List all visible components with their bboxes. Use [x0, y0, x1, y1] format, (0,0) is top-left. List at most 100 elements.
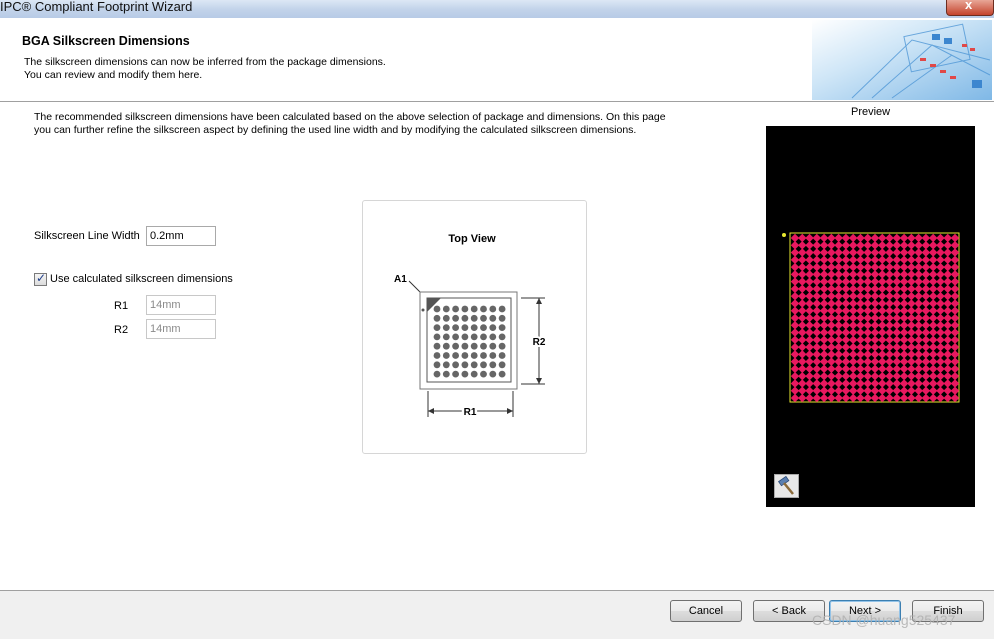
preview-pad [899, 277, 909, 286]
preview-pad [885, 321, 894, 330]
preview-pad [885, 335, 894, 345]
preview-pad [899, 313, 909, 323]
preview-pad [841, 299, 851, 308]
preview-pad [914, 262, 923, 272]
preview-pad [863, 262, 872, 272]
preview-pad [841, 306, 851, 315]
preview-pad [899, 335, 909, 345]
ball [498, 342, 506, 350]
preview-pad [812, 357, 822, 366]
preview-pad [805, 328, 814, 337]
preview-pad [936, 371, 945, 381]
preview-pad [928, 379, 938, 388]
preview-pad [907, 393, 916, 403]
preview-pad [899, 364, 909, 374]
preview-pad [943, 364, 952, 374]
preview-pad [928, 371, 938, 381]
preview-pad [790, 299, 800, 308]
preview-pad [863, 364, 872, 374]
preview-pad [914, 393, 923, 403]
preview-pad [928, 299, 938, 308]
preview-pad [914, 328, 923, 337]
ball [489, 324, 497, 331]
preview-pad [943, 233, 952, 243]
preview-pad [841, 277, 851, 286]
preview-pad [790, 291, 800, 301]
preview-pad [841, 284, 851, 294]
preview-pad [950, 386, 960, 395]
ball [498, 333, 506, 341]
preview-pad [907, 335, 916, 345]
preview-pad [812, 299, 822, 308]
preview-pad [848, 357, 858, 366]
preview-pad [856, 248, 865, 257]
preview-pad [907, 277, 916, 286]
preview-pad [863, 241, 872, 250]
preview-pad [805, 342, 814, 352]
preview-pad [798, 386, 807, 395]
preview-pad [790, 357, 800, 366]
preview-pad [790, 386, 800, 395]
preview-pad [790, 328, 800, 337]
preview-pad [834, 262, 843, 272]
preview-tool-button[interactable] [774, 474, 799, 498]
preview-pad [892, 313, 902, 323]
preview-pad [812, 350, 822, 359]
preview-pad [841, 386, 851, 395]
ball [461, 333, 469, 341]
hammer-icon [778, 475, 794, 495]
preview-pad [921, 277, 931, 286]
diagram-title: Top View [448, 233, 496, 245]
ball [442, 314, 450, 322]
preview-pad [790, 233, 800, 243]
close-button[interactable]: x [946, 0, 994, 16]
preview-pad [827, 371, 836, 381]
preview-pad [892, 386, 902, 395]
preview-pad [885, 299, 894, 308]
preview-pad [856, 350, 865, 359]
preview-pad [827, 270, 836, 279]
preview-pad [856, 284, 865, 294]
ball [433, 324, 441, 331]
preview-pad [907, 241, 916, 250]
preview-pad [812, 342, 822, 352]
preview-pad [921, 342, 931, 352]
ball [489, 305, 497, 313]
preview-pad [805, 393, 814, 403]
preview-pad [878, 350, 887, 359]
preview-pad [921, 233, 931, 243]
footprint-preview[interactable] [766, 126, 975, 507]
preview-pad [928, 291, 938, 301]
preview-pad [921, 241, 931, 250]
preview-pad [827, 379, 836, 388]
r1-input[interactable] [146, 295, 216, 315]
preview-pad [841, 357, 851, 366]
preview-pad [892, 248, 902, 257]
preview-pad [914, 321, 923, 330]
ball [442, 324, 450, 331]
ball [480, 314, 487, 322]
preview-pad [892, 291, 902, 301]
preview-pad [856, 270, 865, 279]
preview-pad [812, 364, 822, 374]
preview-pad [863, 299, 872, 308]
preview-pad [928, 328, 938, 337]
preview-pad [907, 350, 916, 359]
preview-pad [950, 371, 960, 381]
cancel-button[interactable]: Cancel [670, 600, 742, 622]
ball [470, 314, 478, 322]
use-calculated-checkbox[interactable]: ✓ [34, 271, 47, 286]
preview-pad [878, 313, 887, 323]
preview-pad [914, 277, 923, 286]
r2-input[interactable] [146, 319, 216, 339]
preview-pad [878, 379, 887, 388]
preview-pad [819, 284, 829, 294]
preview-pad [950, 291, 960, 301]
preview-pad [950, 335, 960, 345]
preview-pad [834, 350, 843, 359]
line-width-label: Silkscreen Line Width [34, 230, 140, 242]
preview-pad [863, 248, 872, 257]
ball [470, 305, 478, 313]
preview-pad [827, 299, 836, 308]
line-width-input[interactable] [146, 226, 216, 246]
